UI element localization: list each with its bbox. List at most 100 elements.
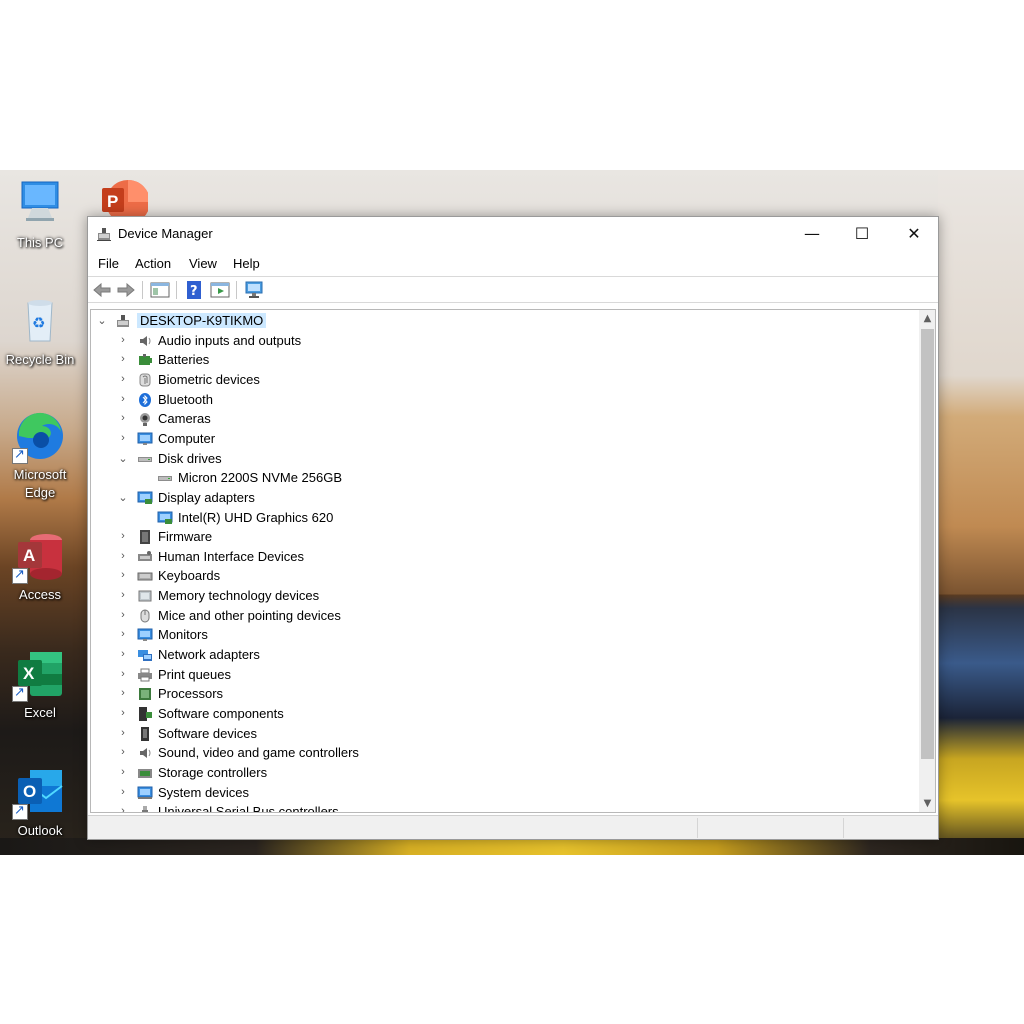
access-icon: A: [12, 530, 66, 584]
desktop-icon-label: Recycle Bin: [5, 352, 75, 367]
desktop-icon-outlook[interactable]: O Outlook: [0, 766, 80, 840]
chevron-down-icon[interactable]: ⌄: [96, 314, 108, 327]
tree-category-item[interactable]: › Biometric devices: [91, 370, 917, 390]
camera-icon: [137, 411, 153, 427]
chevron-right-icon[interactable]: ›: [117, 668, 129, 680]
chevron-right-icon[interactable]: ›: [117, 746, 129, 758]
scan-hardware-icon[interactable]: [243, 280, 265, 300]
chevron-right-icon[interactable]: ›: [117, 353, 129, 365]
tree-category-item[interactable]: › Cameras: [91, 409, 917, 429]
speaker-icon: [137, 333, 153, 349]
desktop-icon-access[interactable]: A Access: [0, 530, 80, 604]
chevron-down-icon[interactable]: ⌄: [117, 491, 129, 504]
chevron-right-icon[interactable]: ›: [117, 550, 129, 562]
tree-category-item[interactable]: › Universal Serial Bus controllers: [91, 802, 917, 812]
toolbar-separator: [176, 281, 177, 299]
vertical-scrollbar[interactable]: ▲ ▼: [919, 310, 935, 812]
tree-category-item[interactable]: › Processors: [91, 684, 917, 704]
tree-item-label: Monitors: [158, 627, 208, 643]
tree-category-item[interactable]: › Sound, video and game controllers: [91, 743, 917, 763]
chevron-right-icon[interactable]: ›: [117, 727, 129, 739]
tree-item-label: Firmware: [158, 529, 213, 545]
chevron-right-icon[interactable]: ›: [117, 707, 129, 719]
chevron-right-icon[interactable]: ›: [117, 648, 129, 660]
forward-arrow-icon[interactable]: [115, 280, 137, 300]
device-tree-pane: ⌄ DESKTOP-K9TIKMO › Audio inputs and outp…: [90, 309, 936, 813]
chevron-right-icon[interactable]: ›: [117, 687, 129, 699]
desktop-icon-this-pc[interactable]: This PC: [0, 178, 80, 252]
back-arrow-icon[interactable]: [91, 280, 113, 300]
tree-category-item[interactable]: › Keyboards: [91, 566, 917, 586]
chevron-right-icon[interactable]: ›: [117, 609, 129, 621]
tree-category-item[interactable]: › Software devices: [91, 724, 917, 744]
tree-category-item[interactable]: › Human Interface Devices: [91, 547, 917, 567]
chevron-right-icon[interactable]: ›: [117, 432, 129, 444]
tree-item-label: Audio inputs and outputs: [158, 332, 302, 348]
desktop-icon-edge[interactable]: Microsoft Edge: [0, 410, 80, 502]
chevron-right-icon[interactable]: ›: [117, 373, 129, 385]
scroll-up-icon[interactable]: ▲: [919, 310, 935, 327]
chevron-right-icon[interactable]: ›: [117, 393, 129, 405]
scrollbar-thumb[interactable]: [921, 329, 934, 759]
chevron-right-icon[interactable]: ›: [117, 412, 129, 424]
bluetooth-icon: [137, 392, 153, 408]
tree-category-item[interactable]: › Firmware: [91, 527, 917, 547]
close-button[interactable]: ✕: [891, 217, 937, 251]
chevron-right-icon[interactable]: ›: [117, 569, 129, 581]
mouse-icon: [137, 608, 153, 624]
tree-item-label: Network adapters: [158, 647, 260, 663]
tree-category-item[interactable]: › Print queues: [91, 665, 917, 685]
desktop-icon-excel[interactable]: X Excel: [0, 648, 80, 722]
tree-category-item[interactable]: › System devices: [91, 783, 917, 803]
tree-category-item[interactable]: ⌄ Disk drives: [91, 449, 917, 469]
tree-category-item[interactable]: › Monitors: [91, 625, 917, 645]
chevron-down-icon[interactable]: ⌄: [117, 452, 129, 465]
chevron-right-icon[interactable]: ›: [117, 628, 129, 640]
tree-category-item[interactable]: ⌄ Display adapters: [91, 488, 917, 508]
tree-category-item[interactable]: › Network adapters: [91, 645, 917, 665]
chevron-right-icon[interactable]: ›: [117, 766, 129, 778]
tree-category-item[interactable]: › Bluetooth: [91, 390, 917, 410]
console-tree-icon[interactable]: [149, 280, 171, 300]
chevron-right-icon[interactable]: ›: [117, 334, 129, 346]
title-bar[interactable]: Device Manager — ☐ ✕: [88, 217, 938, 251]
outlook-icon: O: [12, 766, 66, 820]
tree-category-item[interactable]: › Computer: [91, 429, 917, 449]
storage-controller-icon: [137, 765, 153, 781]
chevron-right-icon[interactable]: ›: [117, 805, 129, 812]
action-pane-icon[interactable]: [209, 280, 231, 300]
toolbar-separator: [142, 281, 143, 299]
tree-item-label: Storage controllers: [158, 764, 268, 780]
tree-root-label: DESKTOP-K9TIKMO: [137, 313, 267, 328]
menu-file[interactable]: File: [98, 256, 119, 271]
chevron-right-icon[interactable]: ›: [117, 786, 129, 798]
tree-category-item[interactable]: › Audio inputs and outputs: [91, 331, 917, 351]
tree-child-item[interactable]: Intel(R) UHD Graphics 620: [91, 508, 917, 528]
help-icon[interactable]: ?: [183, 280, 205, 300]
desktop-icon-recycle-bin[interactable]: ♻ Recycle Bin: [0, 295, 80, 369]
menu-action[interactable]: Action: [135, 256, 171, 271]
tree-category-item[interactable]: › Batteries: [91, 350, 917, 370]
menu-bar: File Action View Help: [88, 253, 938, 275]
software-component-icon: [137, 706, 153, 722]
maximize-button[interactable]: ☐: [839, 217, 885, 251]
desktop-icon-label: Outlook: [17, 823, 63, 838]
chevron-right-icon[interactable]: ›: [117, 530, 129, 542]
tree-root[interactable]: ⌄ DESKTOP-K9TIKMO: [91, 311, 917, 331]
menu-view[interactable]: View: [189, 256, 217, 271]
tree-child-item[interactable]: Micron 2200S NVMe 256GB: [91, 468, 917, 488]
minimize-button[interactable]: —: [789, 217, 835, 251]
tree-category-item[interactable]: › Memory technology devices: [91, 586, 917, 606]
tree-category-item[interactable]: › Software components: [91, 704, 917, 724]
tree-item-label: Computer: [158, 430, 216, 446]
chevron-right-icon[interactable]: ›: [117, 589, 129, 601]
tree-item-label: Sound, video and game controllers: [158, 745, 359, 761]
tree-category-item[interactable]: › Storage controllers: [91, 763, 917, 783]
menu-help[interactable]: Help: [233, 256, 260, 271]
tree-item-label: Biometric devices: [158, 371, 260, 387]
tree-item-label: Mice and other pointing devices: [158, 607, 341, 623]
tree-item-label: Display adapters: [158, 489, 255, 505]
tree-category-item[interactable]: › Mice and other pointing devices: [91, 606, 917, 626]
svg-text:O: O: [23, 782, 36, 801]
scroll-down-icon[interactable]: ▼: [919, 795, 935, 812]
